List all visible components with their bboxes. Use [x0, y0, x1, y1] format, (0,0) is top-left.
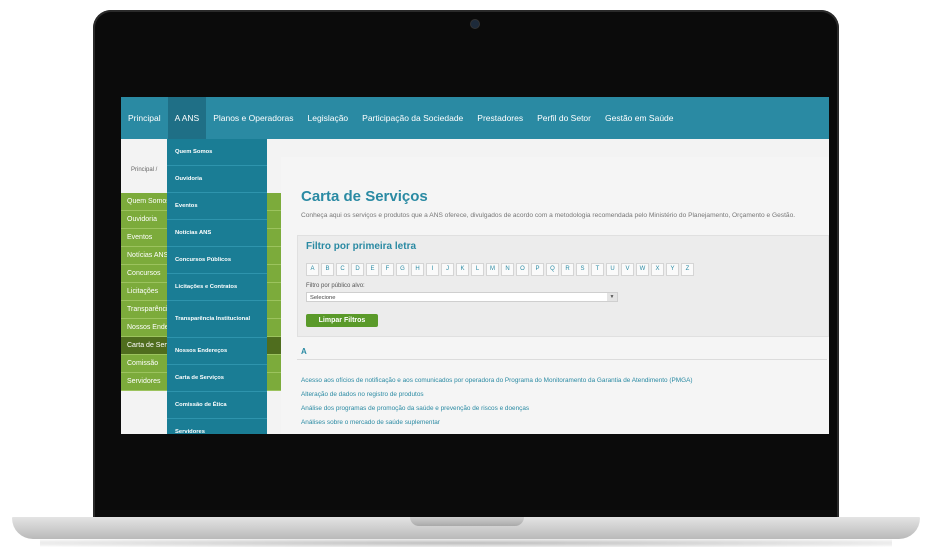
clear-filters-button[interactable]: Limpar Filtros — [306, 314, 378, 327]
dropdown-item-servidores[interactable]: Servidores — [167, 419, 267, 434]
letter-filter-h[interactable]: H — [411, 263, 424, 276]
letter-filter-i[interactable]: I — [426, 263, 439, 276]
letter-filter-b[interactable]: B — [321, 263, 334, 276]
dropdown-item-enderecos[interactable]: Nossos Endereços — [167, 338, 267, 365]
filter-title: Filtro por primeira letra — [306, 241, 417, 252]
webcam-icon — [471, 20, 479, 28]
audience-select-value: Selecione — [310, 295, 336, 301]
nav-item-principal[interactable]: Principal — [121, 97, 168, 139]
service-link[interactable]: Acesso aos ofícios de notificação e aos … — [301, 374, 692, 388]
nav-item-gestao-saude[interactable]: Gestão em Saúde — [598, 97, 681, 139]
dropdown-item-eventos[interactable]: Eventos — [167, 193, 267, 220]
letter-filter-s[interactable]: S — [576, 263, 589, 276]
service-link[interactable]: Alteração de dados no registro de produt… — [301, 388, 692, 402]
letter-filter-m[interactable]: M — [486, 263, 499, 276]
divider — [297, 359, 827, 360]
nav-item-planos-operadoras[interactable]: Planos e Operadoras — [206, 97, 300, 139]
dropdown-item-licitacoes[interactable]: Licitações e Contratos — [167, 274, 267, 301]
dropdown-item-carta-servicos[interactable]: Carta de Serviços — [167, 365, 267, 392]
letter-filter-l[interactable]: L — [471, 263, 484, 276]
letter-filter-v[interactable]: V — [621, 263, 634, 276]
audience-filter-label: Filtro por público alvo: — [306, 283, 365, 289]
filter-panel: Filtro por primeira letra ABCDEFGHIJKLMN… — [297, 235, 829, 337]
dropdown-item-quem-somos[interactable]: Quem Somos — [167, 139, 267, 166]
dropdown-item-comissao-etica[interactable]: Comissão de Ética — [167, 392, 267, 419]
chevron-down-icon[interactable]: ▼ — [607, 293, 617, 301]
page-intro: Conheça aqui os serviços e produtos que … — [301, 212, 796, 219]
laptop-base-notch — [410, 517, 524, 526]
letter-filter-q[interactable]: Q — [546, 263, 559, 276]
service-list: Acesso aos ofícios de notificação e aos … — [301, 374, 692, 430]
nav-item-participacao[interactable]: Participação da Sociedade — [355, 97, 470, 139]
nav-item-prestadores[interactable]: Prestadores — [470, 97, 530, 139]
nav-item-perfil-setor[interactable]: Perfil do Setor — [530, 97, 598, 139]
service-link[interactable]: Análise dos programas de promoção da saú… — [301, 402, 692, 416]
letter-filter: ABCDEFGHIJKLMNOPQRSTUVWXYZ — [306, 263, 696, 276]
nav-item-a-ans[interactable]: A ANS — [167, 97, 207, 139]
letter-filter-p[interactable]: P — [531, 263, 544, 276]
letter-filter-o[interactable]: O — [516, 263, 529, 276]
letter-filter-w[interactable]: W — [636, 263, 649, 276]
service-link[interactable]: Análises sobre o mercado de saúde suplem… — [301, 416, 692, 430]
letter-filter-r[interactable]: R — [561, 263, 574, 276]
letter-filter-x[interactable]: X — [651, 263, 664, 276]
top-navigation: Principal A ANS Planos e Operadoras Legi… — [121, 97, 829, 139]
letter-filter-f[interactable]: F — [381, 263, 394, 276]
section-letter-heading: A — [301, 347, 307, 356]
letter-filter-k[interactable]: K — [456, 263, 469, 276]
audience-select[interactable]: Selecione ▼ — [306, 292, 618, 302]
letter-filter-d[interactable]: D — [351, 263, 364, 276]
letter-filter-t[interactable]: T — [591, 263, 604, 276]
letter-filter-c[interactable]: C — [336, 263, 349, 276]
a-ans-dropdown-menu: Quem Somos Ouvidoria Eventos Notícias AN… — [167, 139, 267, 434]
nav-item-legislacao[interactable]: Legislação — [301, 97, 356, 139]
letter-filter-j[interactable]: J — [441, 263, 454, 276]
dropdown-item-transparencia[interactable]: Transparência Institucional — [167, 301, 267, 338]
screen: Principal A ANS Planos e Operadoras Legi… — [121, 97, 829, 434]
dropdown-item-ouvidoria[interactable]: Ouvidoria — [167, 166, 267, 193]
letter-filter-a[interactable]: A — [306, 263, 319, 276]
laptop-shadow — [40, 539, 892, 547]
letter-filter-e[interactable]: E — [366, 263, 379, 276]
letter-filter-y[interactable]: Y — [666, 263, 679, 276]
letter-filter-z[interactable]: Z — [681, 263, 694, 276]
letter-filter-g[interactable]: G — [396, 263, 409, 276]
dropdown-item-concursos[interactable]: Concursos Públicos — [167, 247, 267, 274]
letter-filter-n[interactable]: N — [501, 263, 514, 276]
page-title: Carta de Serviços — [301, 188, 428, 205]
main-content: Carta de Serviços Conheça aqui os serviç… — [281, 157, 829, 434]
breadcrumb[interactable]: Principal / — [131, 167, 157, 173]
dropdown-item-noticias[interactable]: Notícias ANS — [167, 220, 267, 247]
letter-filter-u[interactable]: U — [606, 263, 619, 276]
